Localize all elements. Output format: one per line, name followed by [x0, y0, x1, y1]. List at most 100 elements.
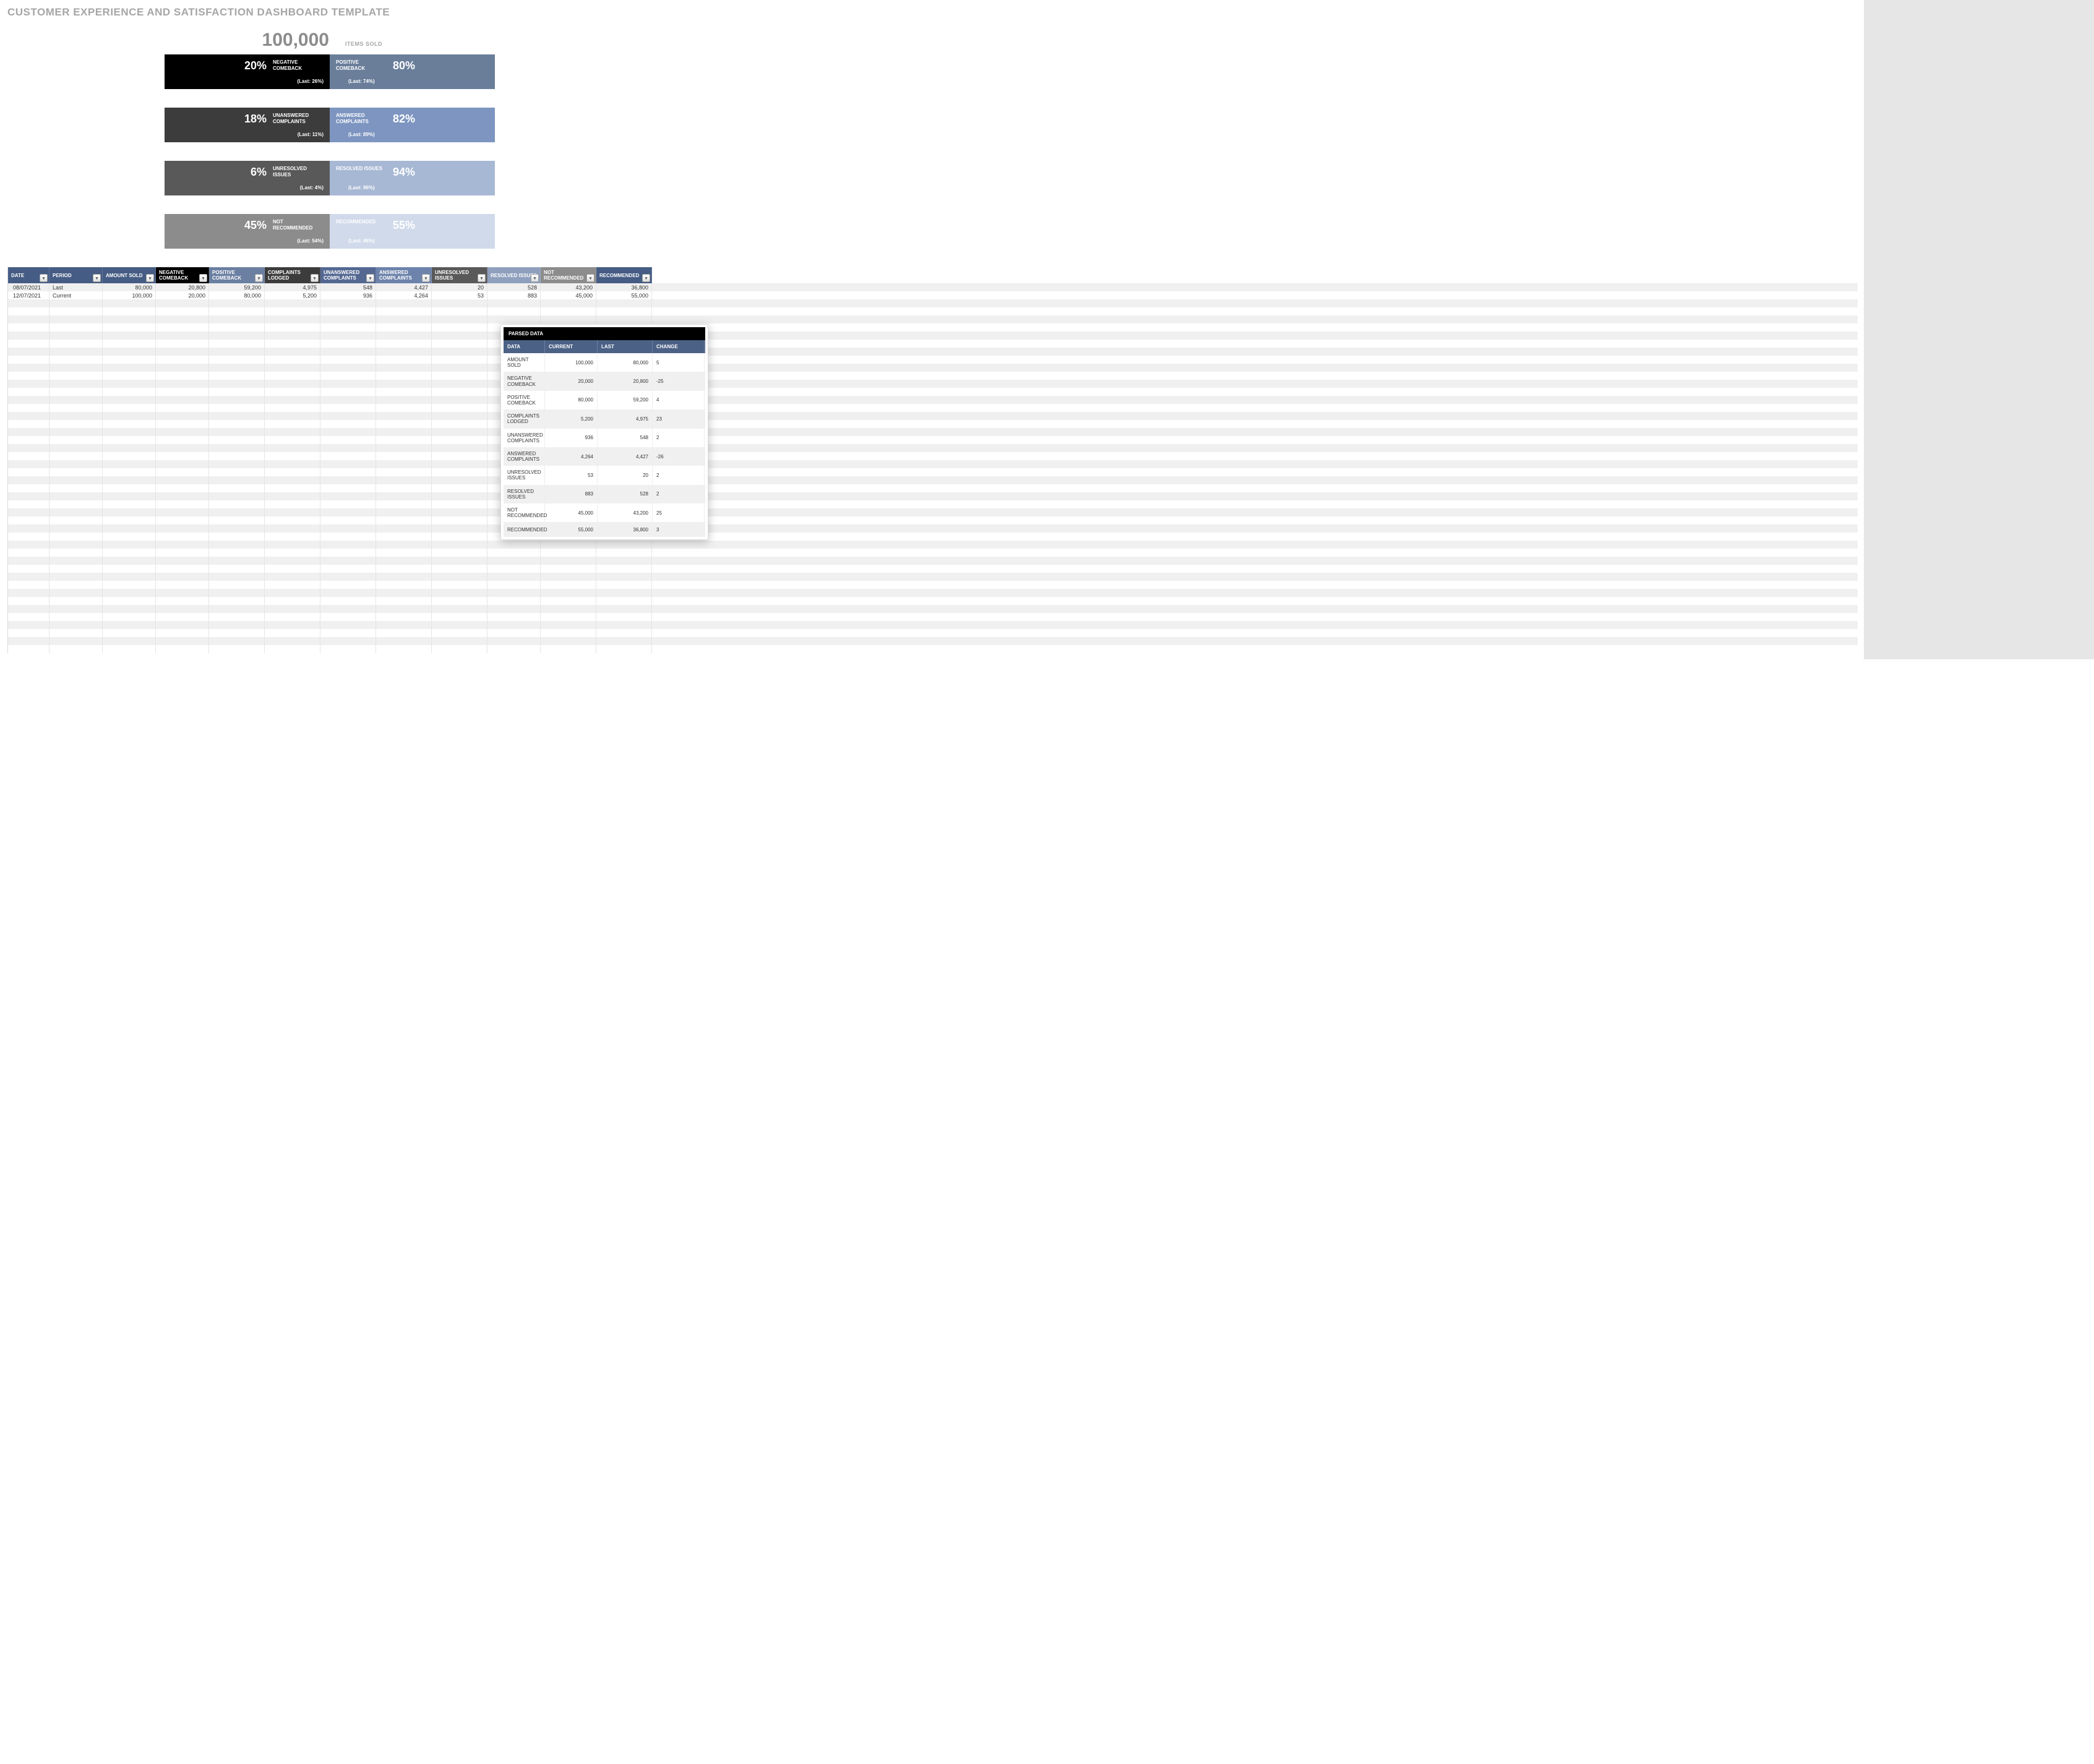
- cell-empty[interactable]: [209, 356, 265, 364]
- cell-empty[interactable]: [376, 460, 432, 468]
- cell-empty[interactable]: [376, 524, 432, 533]
- cell-empty[interactable]: [320, 565, 376, 573]
- table-row-empty[interactable]: [8, 372, 1858, 380]
- cell-empty[interactable]: [487, 299, 541, 307]
- cell-empty[interactable]: [265, 605, 320, 613]
- table-row-empty[interactable]: [8, 605, 1858, 613]
- cell-empty[interactable]: [103, 380, 156, 388]
- cell-empty[interactable]: [320, 299, 376, 307]
- cell-empty[interactable]: [156, 549, 209, 557]
- cell-empty[interactable]: [265, 565, 320, 573]
- cell-empty[interactable]: [432, 492, 487, 500]
- cell-empty[interactable]: [320, 428, 376, 436]
- cell-empty[interactable]: [432, 444, 487, 452]
- cell-empty[interactable]: [320, 492, 376, 500]
- cell-empty[interactable]: [209, 412, 265, 420]
- cell-empty[interactable]: [103, 356, 156, 364]
- cell-empty[interactable]: [49, 404, 103, 412]
- cell-empty[interactable]: [8, 645, 49, 653]
- cell-empty[interactable]: [376, 404, 432, 412]
- cell-empty[interactable]: [103, 444, 156, 452]
- cell-empty[interactable]: [320, 613, 376, 621]
- cell-empty[interactable]: [596, 629, 652, 637]
- cell-empty[interactable]: [376, 549, 432, 557]
- cell[interactable]: 20,800: [156, 283, 209, 291]
- cell-empty[interactable]: [265, 621, 320, 629]
- cell-empty[interactable]: [209, 573, 265, 581]
- cell-empty[interactable]: [8, 428, 49, 436]
- cell-empty[interactable]: [8, 549, 49, 557]
- cell-empty[interactable]: [49, 307, 103, 315]
- cell-empty[interactable]: [209, 460, 265, 468]
- cell-empty[interactable]: [376, 492, 432, 500]
- cell-empty[interactable]: [432, 533, 487, 541]
- filter-dropdown-icon[interactable]: ▾: [93, 274, 101, 282]
- cell-empty[interactable]: [376, 645, 432, 653]
- cell-empty[interactable]: [103, 581, 156, 589]
- cell-empty[interactable]: [487, 557, 541, 565]
- cell-empty[interactable]: [376, 484, 432, 492]
- table-row-empty[interactable]: [8, 524, 1858, 533]
- cell-empty[interactable]: [320, 508, 376, 516]
- cell-empty[interactable]: [265, 468, 320, 476]
- cell-empty[interactable]: [487, 637, 541, 645]
- column-header-unanswered-complaints[interactable]: UNANSWERED COMPLAINTS▾: [320, 267, 376, 283]
- cell-empty[interactable]: [432, 581, 487, 589]
- cell-empty[interactable]: [103, 412, 156, 420]
- cell-empty[interactable]: [209, 492, 265, 500]
- cell-empty[interactable]: [49, 332, 103, 340]
- cell-empty[interactable]: [103, 484, 156, 492]
- cell-empty[interactable]: [156, 637, 209, 645]
- cell-empty[interactable]: [209, 484, 265, 492]
- cell-empty[interactable]: [376, 581, 432, 589]
- cell[interactable]: 59,200: [209, 283, 265, 291]
- cell-empty[interactable]: [209, 597, 265, 605]
- cell-empty[interactable]: [103, 404, 156, 412]
- table-row-empty[interactable]: [8, 356, 1858, 364]
- cell-empty[interactable]: [209, 340, 265, 348]
- cell-empty[interactable]: [8, 299, 49, 307]
- cell-empty[interactable]: [376, 597, 432, 605]
- table-row-empty[interactable]: [8, 315, 1858, 323]
- cell-empty[interactable]: [49, 444, 103, 452]
- table-row-empty[interactable]: [8, 557, 1858, 565]
- cell-empty[interactable]: [8, 323, 49, 332]
- cell-empty[interactable]: [49, 589, 103, 597]
- cell-empty[interactable]: [265, 420, 320, 428]
- cell-empty[interactable]: [432, 356, 487, 364]
- cell-empty[interactable]: [156, 323, 209, 332]
- table-row-empty[interactable]: [8, 629, 1858, 637]
- table-row-empty[interactable]: [8, 508, 1858, 516]
- cell-empty[interactable]: [320, 484, 376, 492]
- cell-empty[interactable]: [265, 364, 320, 372]
- table-row-empty[interactable]: [8, 476, 1858, 484]
- cell-empty[interactable]: [596, 605, 652, 613]
- cell-empty[interactable]: [265, 388, 320, 396]
- cell-empty[interactable]: [209, 645, 265, 653]
- cell[interactable]: 45,000: [541, 291, 596, 299]
- table-row-empty[interactable]: [8, 444, 1858, 452]
- cell-empty[interactable]: [376, 420, 432, 428]
- table-row-empty[interactable]: [8, 299, 1858, 307]
- cell[interactable]: 36,800: [596, 283, 652, 291]
- filter-dropdown-icon[interactable]: ▾: [146, 274, 154, 282]
- cell[interactable]: 80,000: [209, 291, 265, 299]
- table-row-empty[interactable]: [8, 613, 1858, 621]
- cell-empty[interactable]: [8, 516, 49, 524]
- cell-empty[interactable]: [156, 613, 209, 621]
- cell-empty[interactable]: [8, 412, 49, 420]
- table-row-empty[interactable]: [8, 533, 1858, 541]
- cell-empty[interactable]: [49, 541, 103, 549]
- table-row-empty[interactable]: [8, 645, 1858, 653]
- cell-empty[interactable]: [432, 541, 487, 549]
- cell[interactable]: 528: [487, 283, 541, 291]
- column-header-recommended[interactable]: RECOMMENDED▾: [596, 267, 652, 283]
- cell-empty[interactable]: [103, 533, 156, 541]
- cell-empty[interactable]: [8, 396, 49, 404]
- cell-empty[interactable]: [209, 299, 265, 307]
- table-row-empty[interactable]: [8, 348, 1858, 356]
- cell-empty[interactable]: [320, 500, 376, 508]
- cell[interactable]: 4,427: [376, 283, 432, 291]
- filter-dropdown-icon[interactable]: ▾: [586, 274, 594, 282]
- cell-empty[interactable]: [49, 484, 103, 492]
